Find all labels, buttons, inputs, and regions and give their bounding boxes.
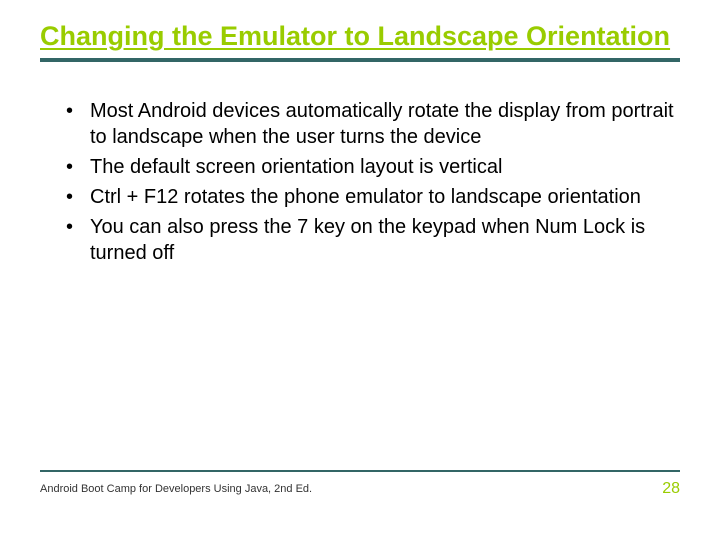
footer: Android Boot Camp for Developers Using J… bbox=[40, 470, 680, 498]
list-item: You can also press the 7 key on the keyp… bbox=[60, 214, 680, 266]
bullet-list: Most Android devices automatically rotat… bbox=[40, 98, 680, 266]
list-item: Most Android devices automatically rotat… bbox=[60, 98, 680, 150]
list-item: The default screen orientation layout is… bbox=[60, 154, 680, 180]
slide-title: Changing the Emulator to Landscape Orien… bbox=[40, 20, 680, 54]
footer-divider bbox=[40, 470, 680, 472]
list-item: Ctrl + F12 rotates the phone emulator to… bbox=[60, 184, 680, 210]
title-divider bbox=[40, 58, 680, 62]
page-number: 28 bbox=[662, 480, 680, 498]
footer-text: Android Boot Camp for Developers Using J… bbox=[40, 483, 312, 495]
